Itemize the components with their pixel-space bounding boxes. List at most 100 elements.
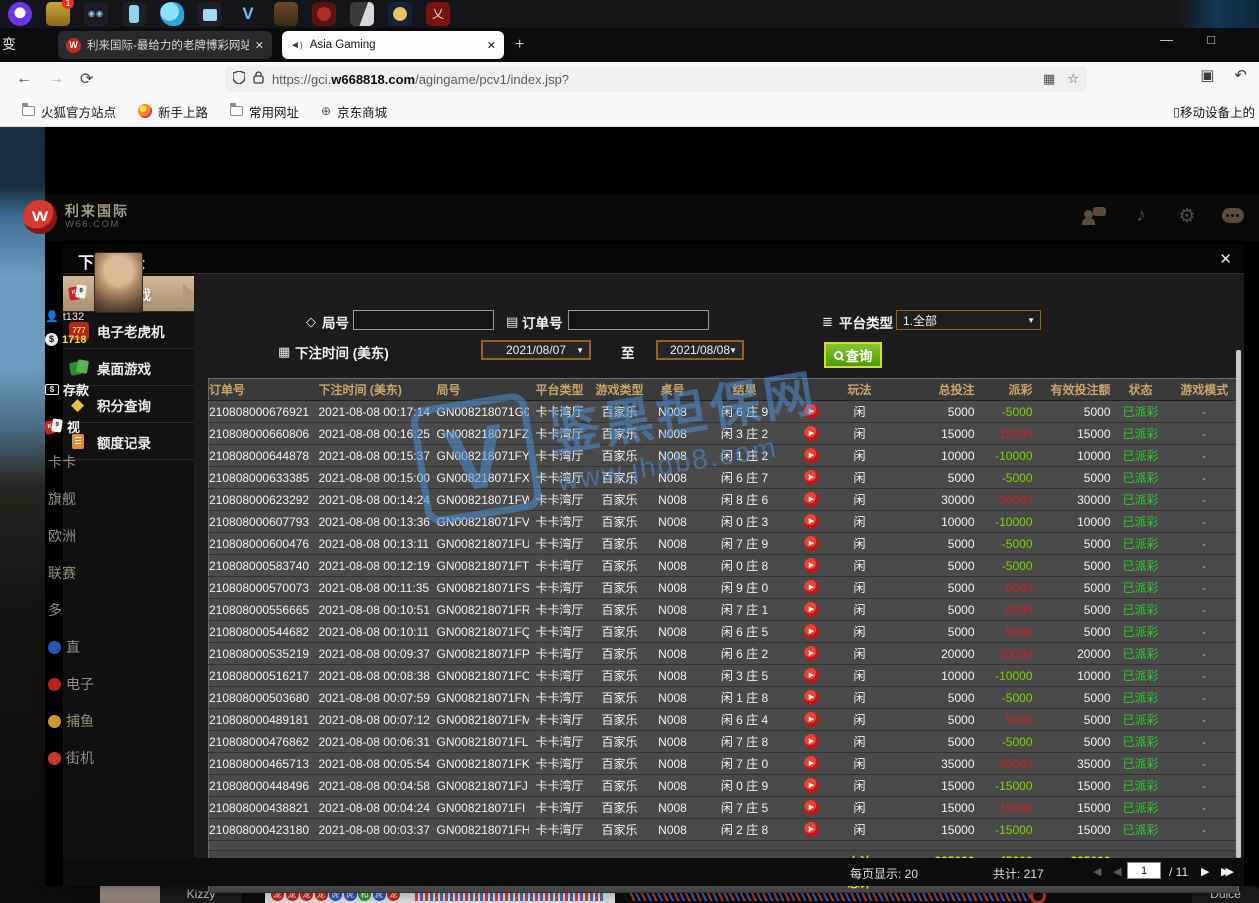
site-nav-item[interactable]: 街机 [48,748,94,768]
replay-button[interactable]: ▶ [804,624,819,639]
replay-button[interactable]: ▶ [804,668,819,683]
chat-icon[interactable] [1221,205,1245,231]
back-button[interactable]: ← [16,70,32,88]
replay-button[interactable]: ▶ [804,404,819,419]
bookmarks-bar: 火狐官方站点 新手上路 常用网址 ⊕京东商城 ▯移动设备上的 [0,96,1259,127]
replay-button[interactable]: ▶ [804,800,819,815]
bookmark-star-icon[interactable]: ☆ [1067,71,1079,87]
window-controls[interactable]: —□ [1160,32,1249,47]
column-header: 状态 [1111,379,1171,401]
char1-app-icon[interactable] [274,2,298,26]
site-nav-item[interactable]: 联赛 [48,563,76,583]
game-no-input[interactable] [353,310,494,330]
site-nav-item[interactable]: 卡卡 [48,452,76,472]
briefcase-app-icon[interactable] [198,2,222,26]
site-nav-item[interactable]: 电子 [48,674,94,694]
next-page-button[interactable]: ▶ [1201,865,1209,878]
first-page-button[interactable]: ◀ [1093,865,1101,878]
column-header [793,379,831,401]
tab-close-icon[interactable]: ✕ [487,39,496,52]
replay-button[interactable]: ▶ [804,426,819,441]
column-header: 总投注 [889,379,975,401]
sidebar-item-quota-records[interactable]: 额度记录 [63,424,194,460]
deposit-button[interactable]: $存款 [45,380,89,399]
last-page-button[interactable]: ▶▶ [1221,865,1230,878]
replay-button[interactable]: ▶ [804,448,819,463]
column-header: 局号 [437,379,529,401]
reply-arrow-icon[interactable]: ↶ [1234,66,1247,84]
bookmark-common-sites[interactable]: 常用网址 [230,102,299,121]
tab-lilai[interactable]: W 利来国际-最给力的老牌博彩网站 ✕ [58,31,272,59]
whale-app-icon[interactable] [160,2,184,26]
screen: V乂 W 利来国际-最给力的老牌博彩网站 ✕ ◄) Asia Gaming ✕ … [0,0,1259,903]
replay-button[interactable]: ▶ [804,514,819,529]
balance-row: $1718 [45,333,86,346]
replay-button[interactable]: ▶ [804,712,819,727]
query-button[interactable]: 查询 [824,342,882,368]
username-row: 👤t132 [45,310,84,323]
nav-item-icon [48,678,61,691]
tab-close-icon[interactable]: ✕ [255,39,264,52]
gold-app-icon[interactable] [388,2,412,26]
replay-button[interactable]: ▶ [804,734,819,749]
phone-app-icon[interactable] [122,2,146,26]
forward-button[interactable]: → [48,70,64,88]
column-header: 游戏模式 [1171,379,1239,401]
app-purple-app-icon[interactable] [8,2,32,26]
replay-button[interactable]: ▶ [804,646,819,661]
date-to-select[interactable]: 2021/08/08▼ [656,340,744,360]
replay-button[interactable]: ▶ [804,690,819,705]
char2-app-icon[interactable] [350,2,374,26]
tab-title: 利来国际-最给力的老牌博彩网站 [87,37,249,53]
redx-app-icon[interactable]: 乂 [426,2,450,26]
bookmark-firefox-official[interactable]: 火狐官方站点 [22,102,116,121]
site-nav-item[interactable]: 直 [48,637,80,657]
modal-sidebar: K9视讯游戏 电子老虎机 桌面游戏 积分查询 额度记录 [63,274,194,886]
new-tab-button[interactable]: + [515,36,524,54]
site-logo-icon[interactable]: W [23,200,57,234]
modal-close-icon[interactable]: ✕ [1219,250,1232,268]
modal-scrollbar[interactable] [1236,350,1241,858]
replay-button[interactable]: ▶ [804,756,819,771]
replay-button[interactable]: ▶ [804,470,819,485]
qr-code-icon[interactable]: ▦ [1043,71,1055,87]
shield-icon[interactable] [233,71,245,87]
spider-app-icon[interactable] [312,2,336,26]
video-nav-item[interactable]: K9视 [45,417,80,436]
tab-asia-gaming[interactable]: ◄) Asia Gaming ✕ [282,31,504,59]
user-avatar[interactable] [95,253,142,312]
order-no-input[interactable] [568,310,709,330]
lock-icon[interactable] [253,71,264,87]
reload-button[interactable]: ⟳ [80,69,93,89]
v-app-app-icon[interactable]: V [236,2,260,26]
table-games-icon [69,359,89,377]
replay-button[interactable]: ▶ [804,492,819,507]
pubg-app-icon[interactable] [46,2,70,26]
settings-gear-icon[interactable]: ⚙ [1175,205,1199,231]
screenshot-icon[interactable]: ▣ [1200,66,1214,84]
site-nav-item[interactable]: 旗舰 [48,489,76,509]
site-nav-item[interactable]: 多 [48,600,62,620]
replay-button[interactable]: ▶ [804,558,819,573]
site-nav-item[interactable]: 捕鱼 [48,711,94,731]
replay-button[interactable]: ▶ [804,822,819,837]
date-from-select[interactable]: 2021/08/07▼ [481,340,591,360]
site-nav-item[interactable]: 欧洲 [48,526,76,546]
bookmarks-overflow[interactable]: ▯移动设备上的 [1173,102,1255,121]
audio-playing-icon[interactable]: ◄) [290,40,303,51]
replay-button[interactable]: ▶ [804,580,819,595]
desktop-overlay-char: 变 [2,34,16,54]
replay-button[interactable]: ▶ [804,536,819,551]
music-icon[interactable]: ♪ [1129,205,1153,231]
bookmark-jd[interactable]: ⊕京东商城 [321,102,387,121]
bookmark-getting-started[interactable]: 新手上路 [138,102,208,121]
platform-type-select[interactable]: 1.全部▼ [896,310,1041,330]
customer-service-icon[interactable] [1083,205,1107,231]
page-number-input[interactable] [1127,862,1161,879]
replay-button[interactable]: ▶ [804,602,819,617]
replay-button[interactable]: ▶ [804,778,819,793]
calendar-icon: ▦ [278,344,290,360]
url-bar[interactable]: https://gci.w668818.com/agingame/pcv1/in… [225,66,1087,92]
controller-app-icon[interactable] [84,2,108,26]
prev-page-button[interactable]: ◀ [1113,865,1121,878]
